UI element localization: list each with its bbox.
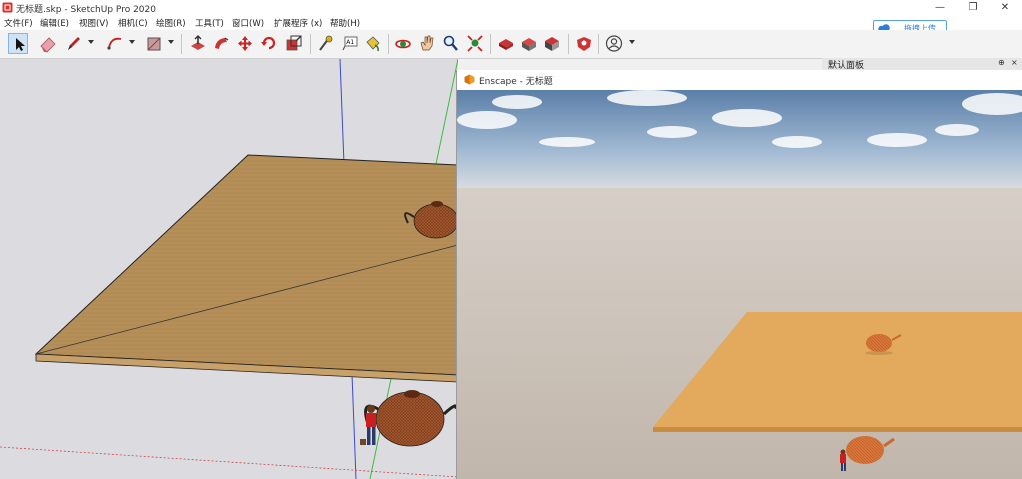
- cursor-arrow-icon: [16, 38, 25, 51]
- paint-bucket-icon: [366, 36, 380, 52]
- arc-dropdown-caret[interactable]: [129, 40, 135, 44]
- menu-help[interactable]: 帮助(H): [330, 17, 360, 29]
- extension-manager-tool-button[interactable]: [574, 33, 594, 54]
- extension-warehouse-icon: [522, 38, 536, 51]
- window-title: 无标题.skp - SketchUp Pro 2020: [16, 5, 156, 15]
- enscape-window: Enscape - 无标题: [456, 70, 1022, 479]
- shape-dropdown-caret[interactable]: [168, 40, 174, 44]
- paint-bucket-tool-button[interactable]: [363, 33, 383, 54]
- orbit-icon: [395, 39, 411, 49]
- sketchup-app-icon: [2, 2, 13, 13]
- text-tool-button[interactable]: A1: [340, 33, 360, 54]
- enscape-title: Enscape - 无标题: [479, 77, 553, 87]
- panel-close-icon[interactable]: ×: [1011, 58, 1018, 67]
- viewport-canvas: [0, 59, 458, 479]
- push-pull-icon: [191, 35, 205, 50]
- shape-tool-button[interactable]: [144, 33, 164, 54]
- pan-hand-icon: [420, 35, 434, 51]
- menu-file[interactable]: 文件(F): [4, 17, 33, 29]
- account-dropdown-caret[interactable]: [629, 40, 635, 44]
- rectangle-icon: [147, 37, 161, 51]
- menu-tools[interactable]: 工具(T): [195, 17, 224, 29]
- wood-plate-top: [34, 154, 458, 376]
- zoom-extents-icon: [467, 35, 483, 52]
- default-panel-header: 默认面板 ⊕ ×: [822, 58, 1022, 71]
- toolbar-separator: [181, 34, 182, 54]
- rotate-tool-button[interactable]: [259, 33, 279, 54]
- sketchup-viewport[interactable]: [0, 59, 458, 479]
- toolbar-separator: [568, 34, 569, 54]
- follow-me-icon: [215, 37, 229, 49]
- toolbar-separator: [388, 34, 389, 54]
- move-tool-button[interactable]: [235, 33, 255, 54]
- tape-measure-icon: [319, 35, 333, 51]
- eraser-icon: [40, 37, 56, 53]
- select-tool-button[interactable]: [8, 33, 28, 54]
- menu-extensions[interactable]: 扩展程序 (x): [274, 17, 322, 29]
- main-toolbar: A1: [0, 30, 1022, 59]
- rotate-icon: [261, 36, 276, 50]
- tape-measure-tool-button[interactable]: [315, 33, 335, 54]
- menu-camera[interactable]: 相机(C): [118, 17, 148, 29]
- toolbar-separator: [310, 34, 311, 54]
- restore-button[interactable]: ❐: [958, 0, 988, 16]
- menu-edit[interactable]: 编辑(E): [40, 17, 69, 29]
- panel-pin-icon[interactable]: ⊕: [998, 58, 1005, 67]
- sky: [457, 90, 1022, 188]
- enscape-logo-icon: [464, 74, 475, 85]
- close-button[interactable]: ✕: [990, 0, 1020, 16]
- push-pull-tool-button[interactable]: [188, 33, 208, 54]
- enscape-titlebar: Enscape - 无标题: [457, 70, 1022, 90]
- toolbar-separator: [490, 34, 491, 54]
- enscape-render-view[interactable]: [457, 90, 1022, 479]
- title-bar: 无标题.skp - SketchUp Pro 2020 — ❐ ✕: [0, 0, 1022, 16]
- layout-tool-button[interactable]: [542, 33, 562, 54]
- orbit-tool-button[interactable]: [393, 33, 413, 54]
- menu-draw[interactable]: 绘图(R): [156, 17, 186, 29]
- zoom-tool-button[interactable]: [441, 33, 461, 54]
- text-label-icon: A1: [342, 36, 358, 51]
- extension-manager-icon: [577, 37, 591, 51]
- move-arrows-icon: [238, 36, 252, 51]
- svg-text:A1: A1: [346, 39, 354, 46]
- user-account-icon: [605, 35, 623, 52]
- scale-tool-button[interactable]: [284, 33, 304, 54]
- menu-view[interactable]: 视图(V): [79, 17, 108, 29]
- scale-icon: [286, 35, 302, 51]
- render-canvas: [457, 90, 1022, 479]
- warehouse-icon: [499, 39, 513, 50]
- zoom-extents-tool-button[interactable]: [465, 33, 485, 54]
- render-plate-edge: [653, 427, 1022, 432]
- extension-warehouse-tool-button[interactable]: [519, 33, 539, 54]
- person-figure: [360, 405, 376, 445]
- pencil-dropdown-caret[interactable]: [88, 40, 94, 44]
- pan-tool-button[interactable]: [417, 33, 437, 54]
- minimize-button[interactable]: —: [925, 0, 955, 16]
- arc-icon: [107, 37, 122, 50]
- pencil-tool-button[interactable]: [64, 33, 84, 54]
- menu-window[interactable]: 窗口(W): [232, 17, 264, 29]
- magnifier-icon: [443, 35, 458, 51]
- 3d-warehouse-tool-button[interactable]: [496, 33, 516, 54]
- toolbar-separator: [598, 34, 599, 54]
- layout-icon: [545, 37, 559, 51]
- follow-me-tool-button[interactable]: [211, 33, 231, 54]
- menu-bar: 文件(F) 编辑(E) 视图(V) 相机(C) 绘图(R) 工具(T) 窗口(W…: [0, 16, 1022, 30]
- eraser-tool-button[interactable]: [38, 33, 58, 54]
- pencil-icon: [68, 37, 80, 50]
- red-axis: [0, 446, 458, 478]
- arc-tool-button[interactable]: [105, 33, 125, 54]
- account-tool-button[interactable]: [604, 33, 624, 54]
